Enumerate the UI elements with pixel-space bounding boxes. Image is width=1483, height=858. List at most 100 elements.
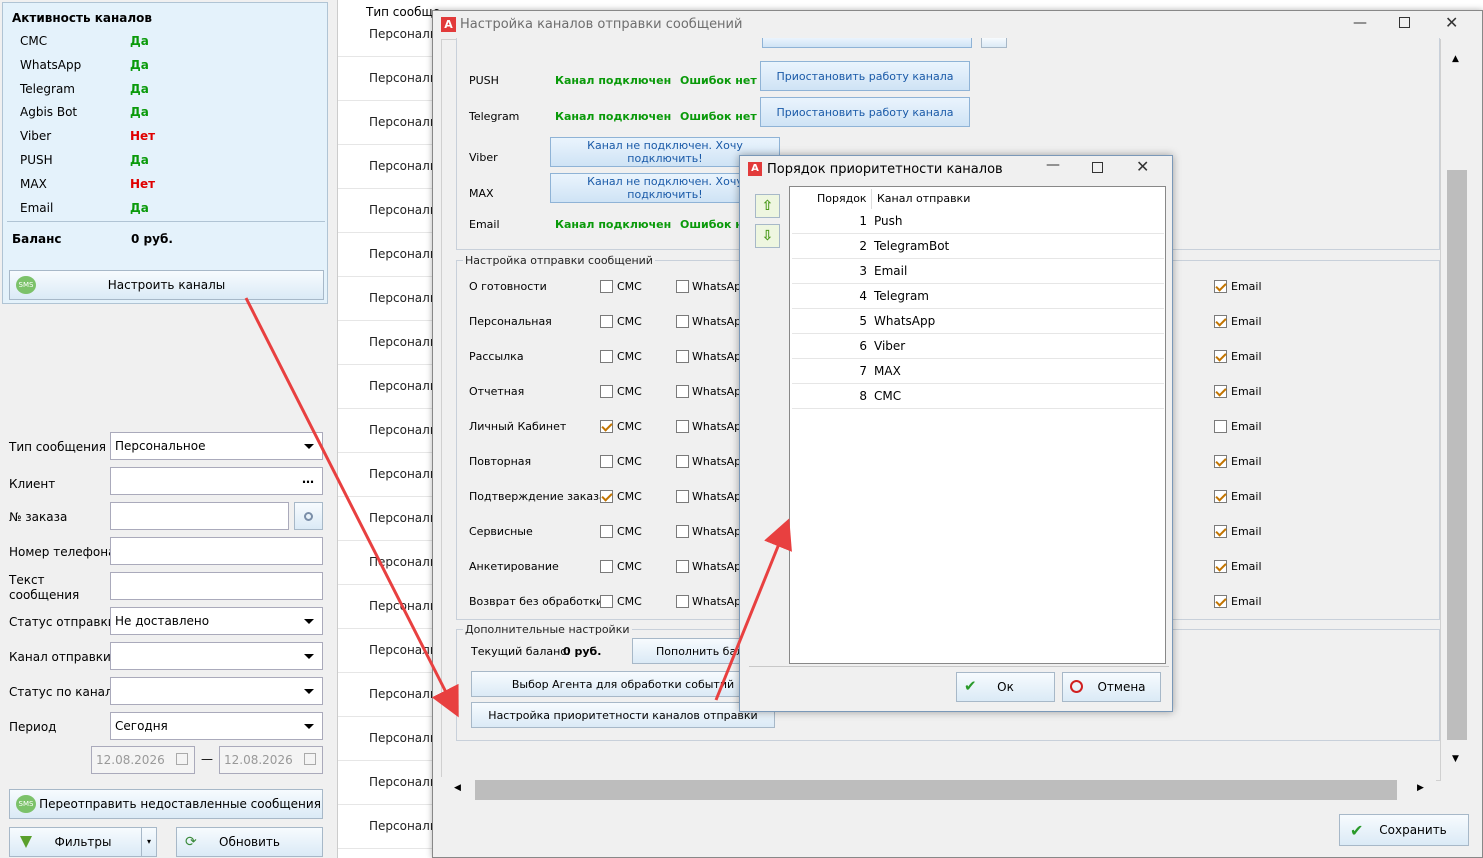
whatsapp-checkbox[interactable]: [676, 595, 689, 608]
filters-button[interactable]: Фильтры ▾: [9, 827, 157, 857]
whatsapp-checkbox[interactable]: [676, 420, 689, 433]
sms-checkbox[interactable]: [600, 280, 613, 293]
order-field[interactable]: [110, 502, 289, 530]
priority-row[interactable]: 2 TelegramBot: [792, 234, 1164, 259]
grid-row[interactable]: Персональ: [338, 541, 438, 585]
whatsapp-checkbox[interactable]: [676, 525, 689, 538]
channel-select[interactable]: [110, 642, 323, 670]
minimize-icon[interactable]: —: [1046, 157, 1060, 173]
grid-row[interactable]: Персональ: [338, 717, 438, 761]
partial-button[interactable]: [762, 38, 972, 48]
grid-row[interactable]: Персональ: [338, 101, 438, 145]
grid-row[interactable]: Персональ: [338, 673, 438, 717]
grid-row[interactable]: Персональ: [338, 585, 438, 629]
topup-balance-button[interactable]: Пополнить бала: [632, 638, 752, 664]
vertical-scrollbar[interactable]: ▲ ▼: [1444, 40, 1470, 782]
email-checkbox[interactable]: [1214, 350, 1227, 363]
period-select[interactable]: Сегодня: [110, 712, 323, 740]
email-checkbox[interactable]: [1214, 420, 1227, 433]
date-from-field[interactable]: 12.08.2026: [91, 746, 195, 774]
pause-channel-button[interactable]: Приостановить работу канала: [760, 97, 970, 127]
grid-row[interactable]: Персональ: [338, 805, 438, 849]
email-checkbox[interactable]: [1214, 560, 1227, 573]
hscroll-thumb[interactable]: [475, 780, 1397, 800]
grid-row[interactable]: Персональ: [338, 761, 438, 805]
move-up-button[interactable]: ⇧: [755, 194, 780, 218]
priority-row[interactable]: 5 WhatsApp: [792, 309, 1164, 334]
grid-row[interactable]: Персональ: [338, 145, 438, 189]
scroll-left-icon[interactable]: ◀: [454, 783, 461, 793]
whatsapp-checkbox[interactable]: [676, 385, 689, 398]
email-checkbox[interactable]: [1214, 525, 1227, 538]
grid-row[interactable]: Персональ: [338, 321, 438, 365]
configure-channels-button[interactable]: SMS Настроить каналы: [9, 270, 324, 300]
whatsapp-checkbox[interactable]: [676, 350, 689, 363]
grid-row[interactable]: Персональ: [338, 453, 438, 497]
client-field[interactable]: …: [110, 467, 323, 495]
sms-checkbox[interactable]: [600, 420, 613, 433]
message-type-select[interactable]: Персональное: [110, 432, 323, 460]
priority-row[interactable]: 7 MAX: [792, 359, 1164, 384]
sms-checkbox[interactable]: [600, 525, 613, 538]
close-icon[interactable]: ✕: [1136, 157, 1149, 176]
ok-button[interactable]: ✔ Ок: [956, 672, 1055, 702]
partial-small-button[interactable]: [981, 38, 1007, 48]
agent-select-button[interactable]: Выбор Агента для обработки событий: [471, 671, 775, 697]
priority-row[interactable]: 1 Push: [792, 209, 1164, 234]
refresh-button[interactable]: ⟳ Обновить: [176, 827, 323, 857]
whatsapp-checkbox[interactable]: [676, 280, 689, 293]
save-button[interactable]: ✔ Сохранить: [1339, 814, 1469, 846]
priority-row[interactable]: 4 Telegram: [792, 284, 1164, 309]
priority-row[interactable]: 3 Email: [792, 259, 1164, 284]
sms-checkbox[interactable]: [600, 560, 613, 573]
sms-checkbox[interactable]: [600, 455, 613, 468]
resend-button[interactable]: SMS Переотправить недоставленные сообщен…: [9, 789, 323, 819]
email-checkbox[interactable]: [1214, 385, 1227, 398]
email-checkbox[interactable]: [1214, 315, 1227, 328]
whatsapp-checkbox[interactable]: [676, 455, 689, 468]
sms-checkbox[interactable]: [600, 595, 613, 608]
priority-row[interactable]: 6 Viber: [792, 334, 1164, 359]
grid-row[interactable]: Персональ: [338, 277, 438, 321]
dropdown-arrow-icon[interactable]: ▾: [141, 828, 156, 856]
grid-row[interactable]: Персональ: [338, 13, 438, 57]
sms-checkbox[interactable]: [600, 315, 613, 328]
grid-row[interactable]: Персональ: [338, 409, 438, 453]
priority-settings-button[interactable]: Настройка приоритетности каналов отправк…: [471, 702, 775, 728]
maximize-icon[interactable]: [1092, 162, 1103, 173]
sms-checkbox[interactable]: [600, 350, 613, 363]
grid-row[interactable]: Персональ: [338, 365, 438, 409]
move-down-button[interactable]: ⇩: [755, 224, 780, 248]
sms-checkbox[interactable]: [600, 385, 613, 398]
scroll-up-icon[interactable]: ▲: [1452, 54, 1459, 64]
grid-row[interactable]: Персональ: [338, 189, 438, 233]
priority-row[interactable]: 8 СМС: [792, 384, 1164, 409]
phone-field[interactable]: [110, 537, 323, 565]
send-status-select[interactable]: Не доставлено: [110, 607, 323, 635]
cancel-button[interactable]: Отмена: [1062, 672, 1161, 702]
pause-channel-button[interactable]: Приостановить работу канала: [760, 61, 970, 91]
calendar-icon[interactable]: [304, 753, 316, 765]
scroll-right-icon[interactable]: ▶: [1417, 783, 1424, 793]
whatsapp-checkbox[interactable]: [676, 560, 689, 573]
text-field[interactable]: [110, 572, 323, 600]
ellipsis-icon[interactable]: …: [302, 472, 314, 486]
close-icon[interactable]: ✕: [1445, 13, 1458, 32]
email-checkbox[interactable]: [1214, 595, 1227, 608]
email-checkbox[interactable]: [1214, 280, 1227, 293]
horizontal-scrollbar[interactable]: ◀ ▶: [441, 777, 1436, 803]
search-order-button[interactable]: [294, 502, 323, 530]
whatsapp-checkbox[interactable]: [676, 315, 689, 328]
sms-checkbox[interactable]: [600, 490, 613, 503]
grid-row[interactable]: Персональ: [338, 629, 438, 673]
email-checkbox[interactable]: [1214, 490, 1227, 503]
maximize-icon[interactable]: [1399, 17, 1410, 28]
email-checkbox[interactable]: [1214, 455, 1227, 468]
grid-row[interactable]: Персональ: [338, 57, 438, 101]
calendar-icon[interactable]: [176, 753, 188, 765]
grid-row[interactable]: Персональ: [338, 497, 438, 541]
channel-status-select[interactable]: [110, 677, 323, 705]
grid-row[interactable]: Персональ: [338, 233, 438, 277]
scroll-down-icon[interactable]: ▼: [1452, 754, 1459, 764]
scroll-thumb[interactable]: [1447, 170, 1467, 740]
